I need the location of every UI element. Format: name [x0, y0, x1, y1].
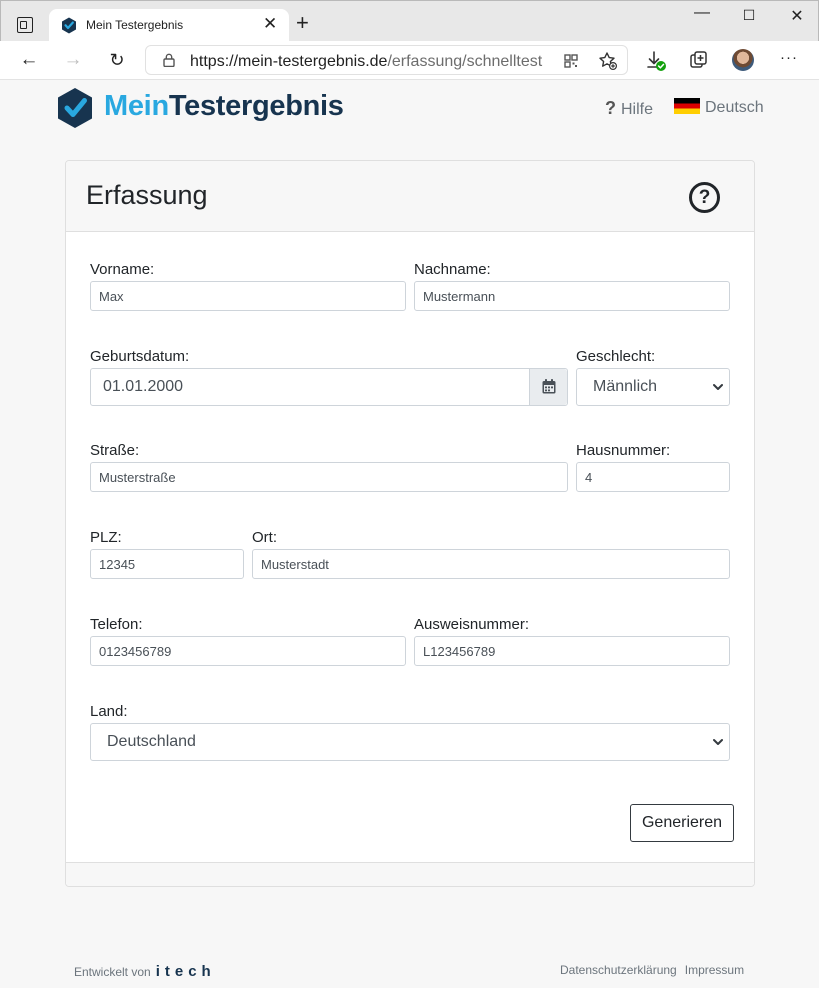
footer-links: Datenschutzerklärung Impressum	[560, 963, 744, 977]
forward-arrow-icon[interactable]: →	[63, 49, 83, 71]
developed-by-label: Entwickelt von	[74, 965, 151, 979]
hausnummer-input[interactable]	[576, 462, 730, 492]
geburtsdatum-label: Geburtsdatum:	[90, 348, 190, 365]
question-mark-icon: ?	[605, 98, 616, 118]
vorname-input[interactable]	[90, 281, 406, 311]
language-label: Deutsch	[705, 99, 764, 116]
imprint-link[interactable]: Impressum	[685, 963, 744, 977]
logo-shield-icon[interactable]	[57, 87, 93, 129]
land-selected-value: Deutschland	[107, 733, 196, 750]
ausweisnummer-input[interactable]	[414, 636, 730, 666]
download-icon[interactable]	[645, 50, 667, 72]
back-arrow-icon[interactable]: ←	[19, 49, 39, 71]
itech-logo[interactable]: itech	[156, 963, 216, 980]
brand-name-part1: Mein	[104, 90, 169, 122]
geburtsdatum-input[interactable]	[91, 369, 529, 405]
geschlecht-select[interactable]: Männlich	[576, 368, 730, 406]
address-bar[interactable]: https://mein-testergebnis.de/erfassung/s…	[145, 45, 628, 75]
geschlecht-selected-value: Männlich	[593, 378, 658, 395]
help-link[interactable]: ? Hilfe	[605, 98, 653, 119]
land-select[interactable]: Deutschland	[90, 723, 730, 761]
url-text[interactable]: https://mein-testergebnis.de/erfassung/s…	[190, 53, 542, 71]
generate-button[interactable]: Generieren	[630, 804, 734, 842]
land-label: Land:	[90, 703, 128, 720]
brand-name-part2: Testergebnis	[168, 90, 344, 122]
tab-title: Mein Testergebnis	[86, 18, 184, 32]
datepicker-button[interactable]	[529, 369, 567, 405]
maximize-icon[interactable]: ☐	[739, 7, 759, 24]
tab-actions-icon[interactable]	[17, 17, 33, 33]
calendar-icon	[542, 379, 556, 394]
ausweisnummer-label: Ausweisnummer:	[414, 616, 530, 633]
help-circle-icon[interactable]: ?	[689, 182, 720, 213]
language-selector[interactable]: Deutsch	[674, 98, 764, 117]
close-icon[interactable]: ✕	[263, 14, 277, 34]
card-title: Erfassung	[86, 180, 208, 210]
brand-name[interactable]: MeinTestergebnis	[104, 90, 344, 123]
registration-card: Erfassung ? Vorname: Nachname: Geburtsda…	[65, 160, 755, 887]
url-host: https://mein-testergebnis.de	[190, 53, 388, 70]
browser-tab[interactable]: Mein Testergebnis ✕	[49, 9, 289, 43]
strasse-input[interactable]	[90, 462, 568, 492]
ort-input[interactable]	[252, 549, 730, 579]
lock-icon[interactable]	[163, 53, 175, 67]
qr-code-icon[interactable]	[564, 54, 578, 68]
minimize-icon[interactable]: —	[692, 4, 712, 22]
developer-credit: Entwickelt von itech	[74, 963, 216, 980]
reload-icon[interactable]: ↻	[107, 49, 127, 71]
chevron-down-icon	[713, 384, 723, 390]
help-label: Hilfe	[621, 101, 654, 118]
nachname-input[interactable]	[414, 281, 730, 311]
collections-icon[interactable]	[689, 50, 709, 70]
telefon-label: Telefon:	[90, 616, 143, 633]
privacy-link[interactable]: Datenschutzerklärung	[560, 963, 677, 977]
browser-chrome: Mein Testergebnis ✕ + — ☐ ✕ ← → ↻ https:…	[0, 0, 819, 80]
plz-label: PLZ:	[90, 529, 122, 546]
card-footer	[66, 862, 754, 886]
plz-input[interactable]	[90, 549, 244, 579]
window-close-icon[interactable]: ✕	[787, 6, 807, 26]
profile-avatar[interactable]	[732, 49, 754, 71]
card-header: Erfassung ?	[66, 161, 754, 232]
shield-check-icon	[62, 17, 76, 34]
ort-label: Ort:	[252, 529, 277, 546]
german-flag-icon	[674, 98, 700, 114]
chevron-down-icon	[713, 739, 723, 745]
site-header: MeinTestergebnis ? Hilfe Deutsch	[0, 80, 819, 140]
geschlecht-label: Geschlecht:	[576, 348, 656, 365]
nachname-label: Nachname:	[414, 261, 491, 278]
hausnummer-label: Hausnummer:	[576, 442, 671, 459]
favorites-star-icon[interactable]	[598, 51, 618, 71]
plus-icon[interactable]: +	[296, 12, 309, 34]
vorname-label: Vorname:	[90, 261, 155, 278]
strasse-label: Straße:	[90, 442, 140, 459]
telefon-input[interactable]	[90, 636, 406, 666]
url-path: /erfassung/schnelltest	[387, 53, 543, 70]
geburtsdatum-field	[90, 368, 568, 406]
tab-strip: Mein Testergebnis ✕ + — ☐ ✕	[0, 0, 819, 43]
more-options-icon[interactable]: ···	[780, 49, 798, 66]
